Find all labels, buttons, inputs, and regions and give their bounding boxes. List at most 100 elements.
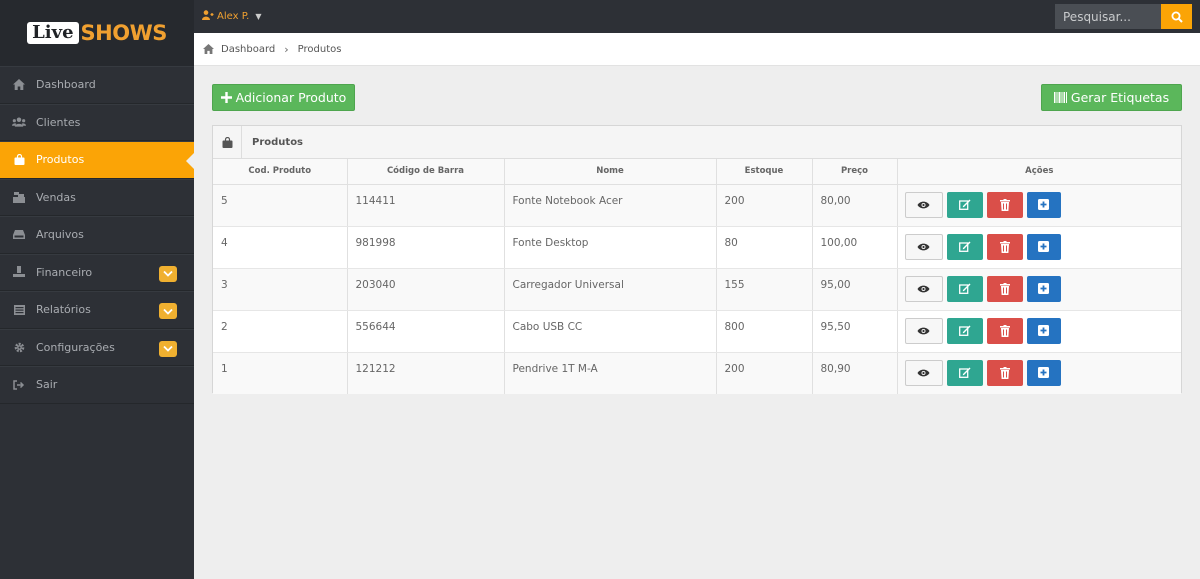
cell-cod: 2 [213,310,348,353]
cell-name: Fonte Desktop [504,226,717,269]
chevron-right-icon: › [284,42,289,56]
sidebar-nav: Dashboard Clientes Produtos Vendas Arqui… [0,66,194,404]
cell-barcode: 203040 [347,268,505,311]
edit-button[interactable] [946,359,983,386]
trash-icon [999,198,1010,211]
chevron-down-icon[interactable] [159,340,177,357]
chevron-down-icon[interactable] [159,303,177,319]
search-input[interactable] [1055,4,1161,29]
edit-button[interactable] [946,317,983,344]
cell-price: 100,00 [812,226,898,269]
add-stock-button[interactable] [1026,317,1061,344]
cell-name: Fonte Notebook Acer [504,184,717,227]
home-icon [12,78,26,92]
sidebar-item-vendas[interactable]: Vendas [0,178,194,216]
list-icon [12,303,26,317]
edit-icon [958,283,970,294]
sidebar-item-financeiro[interactable]: Financeiro [0,253,194,291]
chevron-down-icon[interactable] [159,265,177,282]
cell-cod: 3 [213,268,348,311]
sidebar-item-relatorios[interactable]: Relatórios [0,291,194,329]
view-button[interactable] [904,233,943,260]
plus-square-icon [1038,283,1049,294]
view-button[interactable] [904,275,943,302]
delete-button[interactable] [986,233,1023,260]
edit-button[interactable] [946,191,983,218]
delete-button[interactable] [986,317,1023,344]
cell-name: Carregador Universal [504,268,717,311]
cell-name: Pendrive 1T M-A [504,352,717,394]
user-name: Alex P. [217,11,250,22]
sidebar-item-label: Sair [36,378,58,392]
cell-cod: 4 [213,226,348,269]
hdd-icon [12,228,26,242]
sidebar-item-clientes[interactable]: Clientes [0,103,194,141]
view-button[interactable] [904,359,943,386]
view-button[interactable] [904,191,943,218]
column-header[interactable]: Nome [504,159,717,185]
table-row: 5 114411 Fonte Notebook Acer 200 80,00 [213,184,1181,227]
column-header[interactable]: Estoque [716,159,813,185]
delete-button[interactable] [986,191,1023,218]
edit-button[interactable] [946,275,983,302]
add-product-label: Adicionar Produto [235,90,347,105]
trash-icon [999,366,1010,379]
sidebar-item-dashboard[interactable]: Dashboard [0,66,194,104]
edit-icon [958,325,970,336]
cell-actions [897,352,1181,394]
search-button[interactable] [1161,4,1192,29]
view-button[interactable] [904,317,943,344]
delete-button[interactable] [986,275,1023,302]
plus-square-icon [1038,367,1049,378]
column-header[interactable]: Código de Barra [347,159,505,185]
sidebar-item-arquivos[interactable]: Arquivos [0,216,194,254]
sidebar-item-configuracoes[interactable]: Configurações [0,328,194,366]
sidebar-item-label: Produtos [36,153,85,167]
sidebar-item-label: Clientes [36,115,81,129]
cell-barcode: 114411 [347,184,505,227]
add-stock-button[interactable] [1026,359,1061,386]
add-product-button[interactable]: Adicionar Produto [212,84,355,111]
cell-actions [897,310,1181,353]
trash-icon [999,324,1010,337]
plus-square-icon [1038,325,1049,336]
cell-stock: 200 [716,352,813,394]
cart-icon [12,190,26,204]
sidebar-item-label: Dashboard [36,78,96,92]
sidebar-item-produtos[interactable]: Produtos [0,141,194,179]
sidebar-item-label: Financeiro [36,265,93,279]
breadcrumb-home[interactable]: Dashboard [203,44,275,55]
eye-icon [917,327,930,334]
sidebar-item-sair[interactable]: Sair [0,366,194,404]
trash-icon [999,240,1010,253]
products-panel: Produtos Cod. Produto Código de Barra No… [212,125,1182,394]
shopping-bag-icon [12,153,26,167]
cell-cod: 1 [213,352,348,394]
eye-icon [917,369,930,376]
generate-labels-button[interactable]: Gerar Etiquetas [1041,84,1182,111]
caret-down-icon: ▼ [255,12,262,21]
logo[interactable]: Live SHOWS [0,0,194,66]
plus-icon [220,92,232,103]
breadcrumb-home-label: Dashboard [221,43,276,55]
cell-barcode: 556644 [347,310,505,353]
edit-button[interactable] [946,233,983,260]
cell-actions [897,226,1181,269]
products-table: Cod. Produto Código de Barra Nome Estoqu… [213,159,1181,394]
sidebar: Live SHOWS Dashboard Clientes Produtos V… [0,0,194,579]
add-stock-button[interactable] [1026,275,1061,302]
column-header[interactable]: Preço [812,159,898,185]
add-stock-button[interactable] [1026,233,1061,260]
money-icon [12,265,26,279]
panel-header: Produtos [213,125,1181,159]
breadcrumb-current[interactable]: Produtos [298,44,342,55]
delete-button[interactable] [986,359,1023,386]
add-stock-button[interactable] [1026,191,1061,218]
cell-price: 80,00 [812,184,898,227]
home-icon [203,44,214,54]
column-header[interactable]: Cod. Produto [213,159,348,185]
logo-shows: SHOWS [80,21,168,45]
user-menu[interactable]: Alex P. ▼ [202,10,262,23]
sidebar-item-label: Relatórios [36,303,91,317]
cog-icon [12,340,26,354]
